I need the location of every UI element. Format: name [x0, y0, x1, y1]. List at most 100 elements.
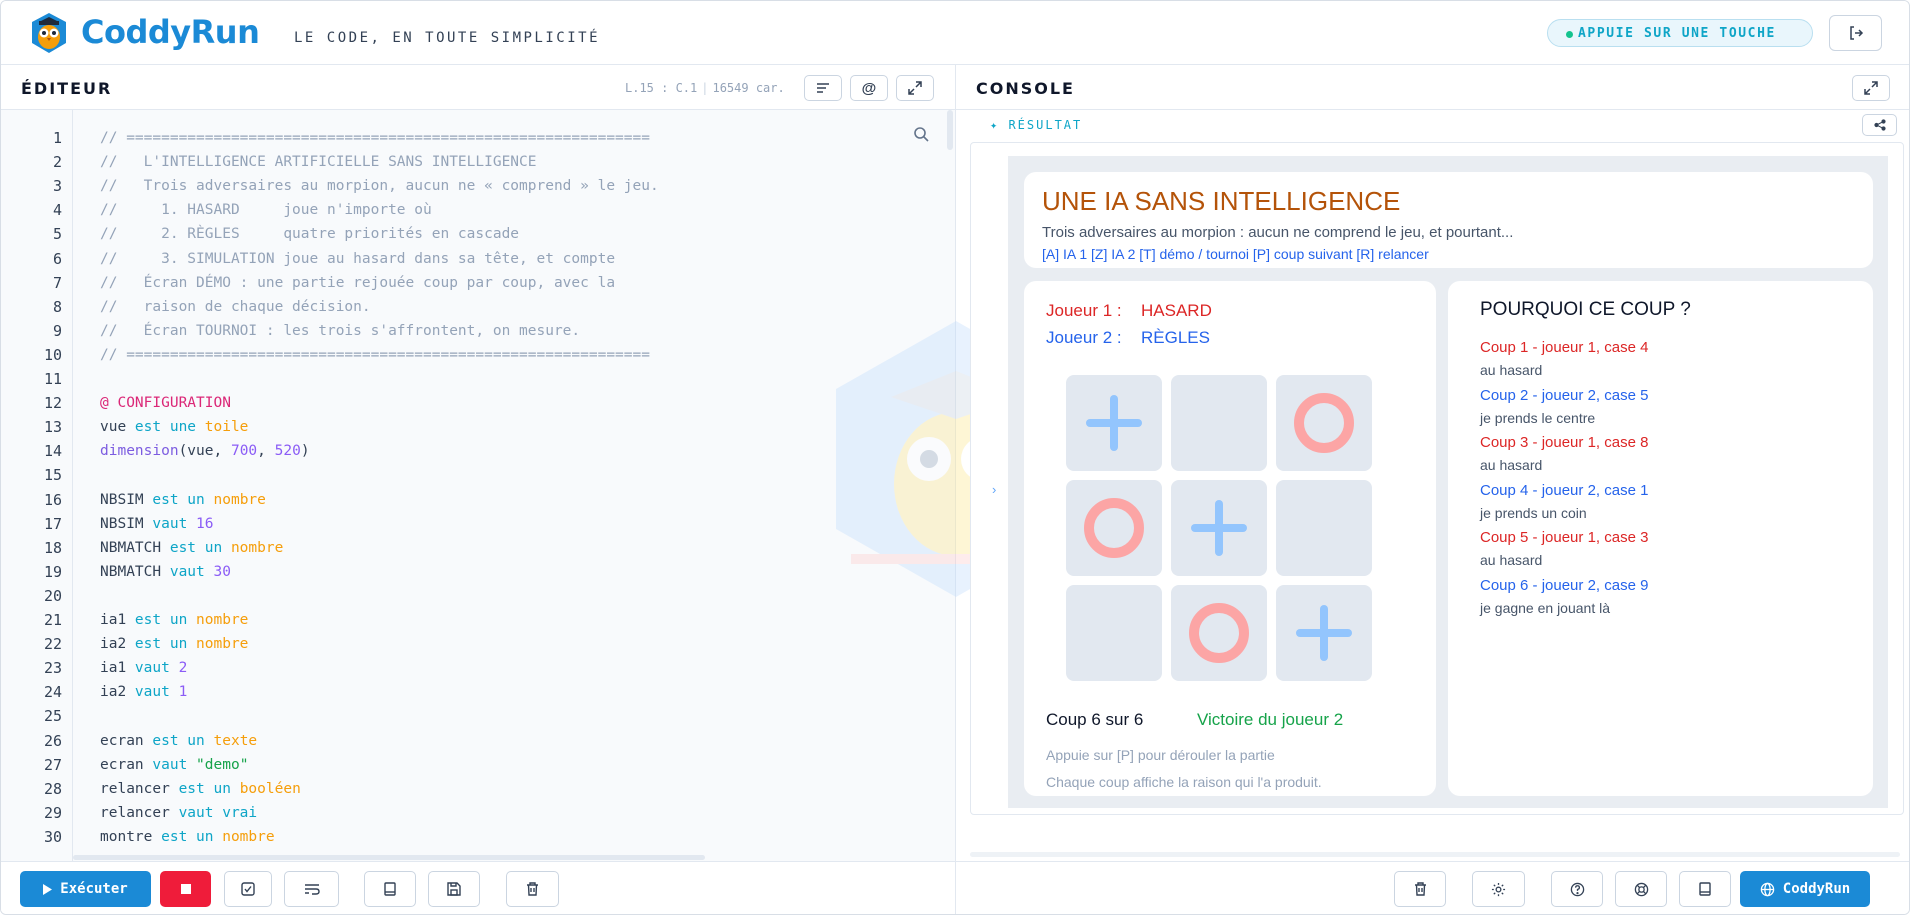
code-token: est une [134, 419, 205, 436]
board-cell[interactable] [1171, 480, 1267, 576]
stop-button[interactable] [160, 871, 211, 907]
line-number: 25 [43, 707, 62, 726]
code-line[interactable]: NBMATCH est un nombre [100, 540, 283, 556]
save-icon [447, 882, 461, 896]
code-line[interactable]: ia1 vaut 2 [100, 660, 187, 676]
code-line[interactable]: ia2 vaut 1 [100, 684, 187, 700]
code-token: // Trois adversaires au morpion, aucun n… [100, 178, 659, 195]
board-cell[interactable] [1276, 480, 1372, 576]
title-card: UNE IA SANS INTELLIGENCE Trois adversair… [1024, 172, 1873, 268]
code-line[interactable]: // Écran TOURNOI : les trois s'affronten… [100, 323, 580, 339]
line-number: 12 [43, 394, 62, 413]
code-line[interactable]: // L'INTELLIGENCE ARTIFICIELLE SANS INTE… [100, 154, 537, 170]
code-line[interactable]: // Écran DÉMO : une partie rejouée coup … [100, 275, 615, 291]
coddyrun-button[interactable]: CoddyRun [1740, 871, 1870, 907]
code-token: 700 [230, 443, 258, 460]
support-button[interactable] [1615, 871, 1667, 907]
code-token: ecran [100, 732, 153, 749]
board-cell[interactable] [1276, 375, 1372, 471]
code-line[interactable]: // 1. HASARD joue n'importe où [100, 202, 432, 218]
code-token: // =====================================… [100, 130, 650, 146]
code-line[interactable]: ia2 est un nombre [100, 636, 248, 652]
clear-editor-button[interactable] [506, 871, 559, 907]
console-header: CONSOLE [956, 65, 1909, 110]
logout-icon [1849, 26, 1863, 40]
expand-icon [1864, 81, 1878, 95]
docs-button[interactable] [364, 871, 416, 907]
line-number: 6 [52, 249, 62, 268]
format-button[interactable] [804, 75, 842, 101]
settings-button[interactable] [1472, 871, 1525, 907]
mention-button[interactable]: @ [850, 75, 888, 101]
editor-expand-button[interactable] [896, 75, 934, 101]
search-icon[interactable] [913, 126, 929, 142]
board-cell[interactable] [1066, 585, 1162, 681]
code-line[interactable]: // Trois adversaires au morpion, aucun n… [100, 178, 659, 194]
code-line[interactable]: ia1 est un nombre [100, 612, 248, 628]
board-cell[interactable] [1066, 375, 1162, 471]
share-button[interactable] [1862, 114, 1897, 136]
code-token: nombre [222, 828, 275, 845]
move-reason: au hasard [1480, 552, 1543, 569]
move-reason: au hasard [1480, 457, 1543, 474]
editor-pane: ÉDITEUR L.15 : C.1 | 16549 car. @ 12345678… [1, 65, 956, 861]
owl-logo-icon[interactable] [29, 12, 69, 54]
code-token: // raison de chaque décision. [100, 298, 371, 315]
vertical-scrollbar[interactable] [947, 110, 953, 150]
check-button[interactable] [224, 871, 272, 907]
move-entry: Coup 3 - joueur 1, case 8 [1480, 434, 1649, 452]
logout-button[interactable] [1829, 15, 1882, 51]
code-line[interactable]: dimension(vue, 700, 520) [100, 443, 310, 459]
line-number: 10 [43, 345, 62, 364]
line-number: 17 [43, 514, 62, 533]
clear-console-button[interactable] [1394, 871, 1446, 907]
console-horizontal-scrollbar[interactable] [970, 852, 1900, 857]
code-token: 1 [178, 684, 188, 701]
line-number: 26 [43, 731, 62, 750]
code-token: ia2 [100, 636, 135, 653]
line-number: 13 [43, 418, 62, 437]
code-token: (vue, [178, 443, 231, 460]
code-editor[interactable]: 1 2 3 4 5 6 7 8 9 10 11 12 13 14 15 16 17 18 19 20 21 22 23 24 2… [1, 110, 955, 861]
player1-row: Joueur 1 : HASARD [1046, 301, 1212, 321]
line-number: 9 [52, 321, 62, 340]
help-button[interactable] [1551, 871, 1603, 907]
code-line[interactable]: @ CONFIGURATION [100, 395, 231, 411]
board-cell[interactable] [1066, 480, 1162, 576]
board-cell[interactable] [1276, 585, 1372, 681]
code-line[interactable]: vue est une toile [100, 419, 248, 435]
code-line[interactable]: // =====================================… [100, 130, 650, 146]
code-line[interactable]: // 3. SIMULATION joue au hasard dans sa … [100, 251, 615, 267]
code-line[interactable]: montre est un nombre [100, 829, 275, 845]
docs-console-button[interactable] [1679, 871, 1731, 907]
code-line[interactable]: // =====================================… [100, 347, 650, 363]
brand-name: CoddyRun [81, 13, 260, 51]
code-line[interactable]: NBSIM est un nombre [100, 492, 266, 508]
board-cell[interactable] [1171, 375, 1267, 471]
code-line[interactable]: ecran vaut "demo" [100, 757, 248, 773]
run-button[interactable]: Exécuter [20, 871, 151, 907]
top-bar: CoddyRun LE CODE, EN TOUTE SIMPLICITÉ AP… [1, 1, 1909, 65]
code-line[interactable]: // 2. RÈGLES quatre priorités en cascade [100, 226, 519, 242]
code-token: ) [300, 443, 310, 460]
line-number: 23 [43, 659, 62, 678]
save-button[interactable] [428, 871, 480, 907]
console-expand-button[interactable] [1852, 75, 1890, 101]
chevron-right-icon[interactable]: › [992, 482, 996, 497]
code-token: vue [100, 419, 135, 436]
game-canvas[interactable]: UNE IA SANS INTELLIGENCE Trois adversair… [1008, 156, 1888, 808]
line-number: 30 [43, 827, 62, 846]
code-line[interactable]: NBMATCH vaut 30 [100, 564, 231, 580]
code-line[interactable]: ecran est un texte [100, 733, 257, 749]
code-line[interactable]: relancer est un booléen [100, 781, 301, 797]
code-line[interactable]: // raison de chaque décision. [100, 299, 371, 315]
wrap-button[interactable] [284, 871, 339, 907]
board-cell[interactable] [1171, 585, 1267, 681]
horizontal-scrollbar[interactable] [73, 855, 705, 860]
code-token: // Écran TOURNOI : les trois s'affronten… [100, 322, 581, 339]
code-token: NBMATCH [100, 539, 170, 556]
code-line[interactable]: relancer vaut vrai [100, 805, 257, 821]
line-gutter: 1 2 3 4 5 6 7 8 9 10 11 12 13 14 15 16 17 18 19 20 21 22 23 24 2… [1, 110, 73, 861]
move-reason: je gagne en jouant là [1480, 600, 1610, 616]
code-line[interactable]: NBSIM vaut 16 [100, 516, 214, 532]
